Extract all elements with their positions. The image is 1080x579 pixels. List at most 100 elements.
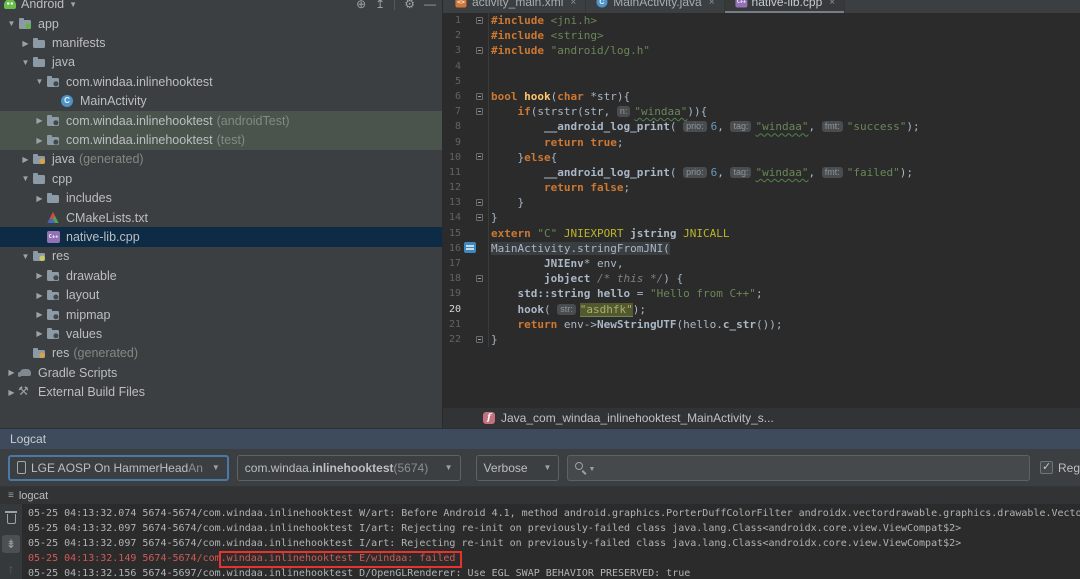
token: ); [899,165,913,179]
logcat-search-box[interactable]: ▼ [567,454,1030,481]
tree-item-native-lib-cpp[interactable]: native-lib.cpp [0,227,442,247]
editor-tab-mainactivity-java[interactable]: MainActivity.java × [586,0,725,13]
token: env-> [557,317,597,331]
chevron-down-icon[interactable]: ▼ [69,0,77,9]
gutter [462,286,489,302]
code-editor[interactable]: 1 #include <jni.h> 2 #include <string> 3 #inc… [443,13,1080,407]
tree-item-res[interactable]: res (generated) [0,344,442,363]
tree-arrow-icon[interactable]: ▶ [19,39,32,48]
tree-item-mipmap[interactable]: ▶ mipmap [0,305,442,324]
gutter [462,73,489,89]
fold-marker-icon[interactable] [476,214,483,222]
fold-marker-icon[interactable] [476,335,483,343]
tree-arrow-icon[interactable]: ▶ [33,310,46,319]
scroll-to-end-button[interactable]: ⇟ [2,535,20,553]
search-options-chevron-icon[interactable]: ▼ [588,466,595,473]
cmake-icon [46,211,61,225]
tree-item-gradle-scripts[interactable]: ▶ Gradle Scripts [0,363,442,382]
gutter [462,13,489,29]
tree-arrow-icon[interactable]: ▶ [33,136,46,145]
tree-item-mainactivity[interactable]: MainActivity [0,92,442,111]
code-line: 12 return false; [443,180,1080,196]
project-view-selector[interactable]: Android [21,0,64,11]
gutter [462,149,489,165]
tree-arrow-icon[interactable]: ▶ [5,388,18,397]
tree-arrow-icon[interactable]: ▶ [33,116,46,125]
jni-link-icon[interactable] [464,242,476,254]
tree-arrow-icon[interactable]: ▶ [5,368,18,377]
editor-tab-activity-main-xml[interactable]: activity_main.xml × [445,0,587,13]
tree-arrow-icon[interactable]: ▼ [5,19,18,28]
tree-item-cmakelists-txt[interactable]: CMakeLists.txt [0,208,442,227]
fold-marker-icon[interactable] [476,274,483,282]
settings-gear-icon[interactable]: ⚙ [404,0,415,11]
tree-item-label: drawable [66,268,117,283]
logcat-content-tab[interactable]: ≡ logcat [0,487,1080,504]
fold-marker-icon[interactable] [476,198,483,206]
tree-item-java[interactable]: ▶ java (generated) [0,150,442,169]
process-selector[interactable]: com.windaa. inlinehooktest (5674) ▼ [236,454,461,481]
tree-item-includes[interactable]: ▶ includes [0,189,442,208]
close-tab-icon[interactable]: × [570,0,576,8]
tree-item-com-windaa-inlinehooktest[interactable]: ▼ com.windaa.inlinehooktest [0,72,442,91]
close-tab-icon[interactable]: × [829,0,835,8]
folder-icon [32,172,47,186]
tree-item-manifests[interactable]: ▶ manifests [0,33,442,52]
editor-tab-native-lib-cpp[interactable]: native-lib.cpp × [724,0,846,13]
token: /* this */ [596,272,664,286]
search-input[interactable] [595,460,1023,475]
tree-item-app[interactable]: ▼ app [0,14,442,33]
hide-panel-icon[interactable]: — [424,0,436,11]
scroll-up-button[interactable]: ↑ [2,560,20,578]
close-tab-icon[interactable]: × [709,0,715,8]
collapse-all-icon[interactable]: ↥ [375,0,385,11]
line-number: 8 [454,121,461,133]
tree-item-label: native-lib.cpp [66,229,140,244]
locate-icon[interactable]: ⊕ [356,0,366,11]
tree-arrow-icon[interactable]: ▼ [33,77,46,86]
tree-item-label: includes [66,191,112,206]
token: if [517,105,531,119]
tree-arrow-icon[interactable]: ▶ [33,329,46,338]
tree-item-suffix: (generated) [78,152,144,167]
code-line: 10 }else{ [443,149,1080,165]
log-level-selector[interactable]: Verbose ▼ [475,454,560,481]
fold-marker-icon[interactable] [476,107,483,115]
tree-item-cpp[interactable]: ▼ cpp [0,169,442,188]
package-icon [46,308,61,322]
tree-arrow-icon[interactable]: ▼ [19,252,32,261]
tree-arrow-icon[interactable]: ▼ [19,174,32,183]
gradle-icon [18,366,33,380]
clear-logcat-button[interactable] [2,510,20,528]
tree-arrow-icon[interactable]: ▶ [33,194,46,203]
tree-item-layout[interactable]: ▶ layout [0,285,442,304]
tree-arrow-icon[interactable]: ▼ [19,58,32,67]
tree-item-drawable[interactable]: ▶ drawable [0,266,442,285]
code-text: #include "android/log.h" [489,43,650,58]
tree-arrow-icon[interactable]: ▶ [33,271,46,280]
device-name-truncated: An [188,460,203,475]
fold-marker-icon[interactable] [476,153,483,161]
fold-marker-icon[interactable] [476,16,483,24]
tree-item-values[interactable]: ▶ values [0,324,442,343]
tree-item-java[interactable]: ▼ java [0,53,442,72]
tree-item-external-build-files[interactable]: ▶ External Build Files [0,382,442,401]
regex-checkbox[interactable] [1039,460,1053,474]
device-selector[interactable]: LGE AOSP On HammerHead An ▼ [8,454,229,481]
fold-marker-icon[interactable] [476,46,483,54]
tree-item-res[interactable]: ▼ res [0,247,442,266]
line-number: 10 [448,151,461,163]
logcat-panel-title[interactable]: Logcat [0,428,1080,449]
tree-item-com-windaa-inlinehooktest[interactable]: ▶ com.windaa.inlinehooktest (test) [0,130,442,150]
tree-arrow-icon[interactable]: ▶ [19,155,32,164]
tree-arrow-icon[interactable]: ▶ [33,291,46,300]
fold-marker-icon[interactable] [476,92,483,100]
console-lines-icon: ≡ [8,490,14,501]
process-package-name: inlinehooktest [312,460,394,475]
tree-item-com-windaa-inlinehooktest[interactable]: ▶ com.windaa.inlinehooktest (androidTest) [0,110,442,131]
code-text: hook( str: "asdhfk"); [489,302,646,317]
